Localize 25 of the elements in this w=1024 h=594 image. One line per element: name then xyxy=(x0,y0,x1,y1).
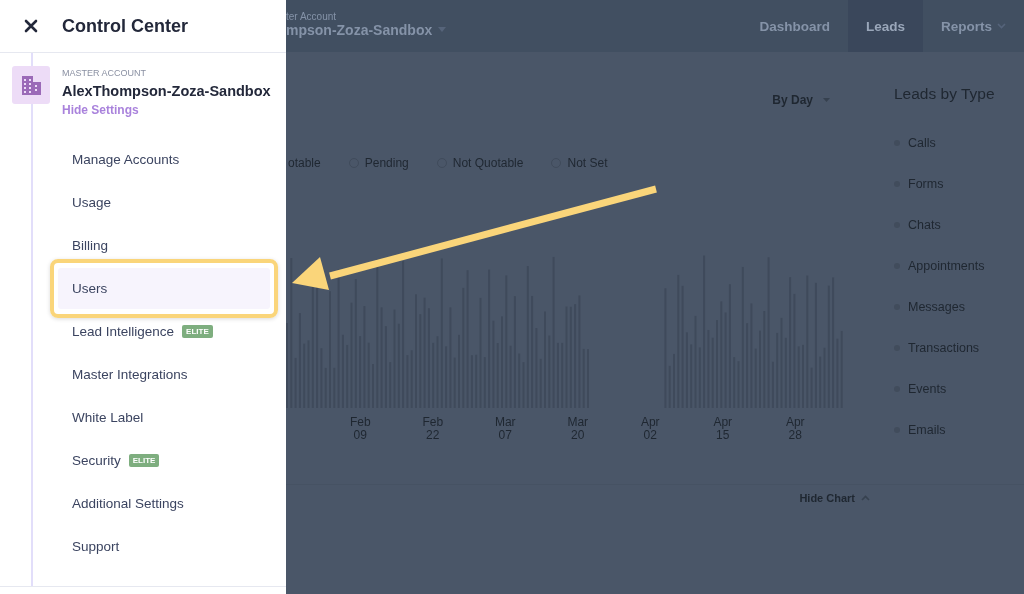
hide-settings-link[interactable]: Hide Settings xyxy=(62,103,139,117)
nav-tab[interactable]: Dashboard xyxy=(741,0,848,52)
caret-icon xyxy=(438,27,447,32)
caret-icon xyxy=(997,23,1006,29)
menu-item[interactable]: Manage Accounts xyxy=(58,146,270,173)
account-label: ter Account xyxy=(286,10,338,22)
close-icon[interactable] xyxy=(24,19,38,33)
menu-item[interactable]: Usage xyxy=(58,189,270,216)
nav-tab[interactable]: Reports xyxy=(923,0,1024,52)
caret-icon xyxy=(861,495,870,502)
elite-badge: ELITE xyxy=(128,454,160,467)
menu-item[interactable]: Security ELITE xyxy=(58,447,270,474)
menu-item[interactable]: Billing xyxy=(58,232,270,259)
account-switcher[interactable]: mpson-Zoza-Sandbox xyxy=(286,21,447,38)
menu-item[interactable]: Support xyxy=(58,533,270,560)
menu-item[interactable]: Master Integrations xyxy=(58,361,270,388)
account-name: AlexThompson-Zoza-Sandbox xyxy=(62,83,271,99)
nav-tab[interactable]: Leads xyxy=(847,0,923,52)
elite-badge: ELITE xyxy=(182,325,213,338)
menu-item[interactable]: Users xyxy=(58,268,270,309)
menu-item[interactable]: Lead Intelligence ELITE xyxy=(58,318,270,345)
account-label: MASTER ACCOUNT xyxy=(62,68,147,78)
panel-title: Control Center xyxy=(62,15,188,37)
menu-item[interactable]: White Label xyxy=(58,404,270,431)
menu-item[interactable]: Additional Settings xyxy=(58,490,270,517)
